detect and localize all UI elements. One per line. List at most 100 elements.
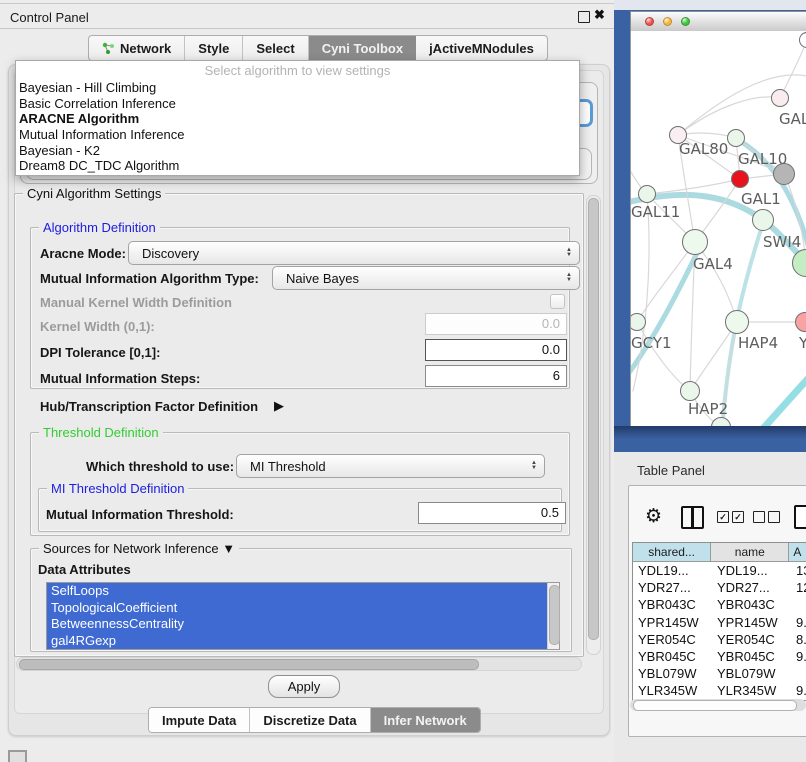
network-node-label: GAL80 xyxy=(679,140,728,158)
tab-label: Style xyxy=(198,41,229,56)
mi-threshold-field[interactable]: 0.5 xyxy=(418,502,566,524)
manual-kernel-checkbox[interactable] xyxy=(550,294,565,309)
tab-style[interactable]: Style xyxy=(185,36,243,60)
unchecked-checkbox-icon[interactable] xyxy=(753,511,765,523)
stepper-arrows-icon: ▲▼ xyxy=(566,273,579,283)
table-row[interactable]: YDR27...YDR27...12 xyxy=(633,579,806,596)
node-table[interactable]: shared... name A YDL19...YDL19...13 YDR2… xyxy=(632,542,806,701)
network-node[interactable] xyxy=(773,163,795,185)
split-columns-icon[interactable] xyxy=(681,506,704,529)
settings-horizontal-scrollbar-thumb[interactable] xyxy=(19,659,479,670)
network-node-label: Y xyxy=(799,334,806,352)
close-traffic-light[interactable] xyxy=(645,17,654,26)
dropdown-item[interactable]: Dream8 DC_TDC Algorithm xyxy=(16,158,579,174)
tab-select[interactable]: Select xyxy=(243,36,308,60)
checked-checkbox-icon[interactable]: ✓ xyxy=(732,511,744,523)
dropdown-item[interactable]: Mutual Information Inference xyxy=(16,127,579,143)
data-attributes-list[interactable]: SelfLoops TopologicalCoefficient Between… xyxy=(46,582,560,650)
network-node-label: GAL4 xyxy=(693,255,733,273)
attribute-item-selected[interactable]: SelfLoops xyxy=(47,583,547,600)
network-node[interactable] xyxy=(771,89,789,107)
checked-checkbox-icon[interactable]: ✓ xyxy=(717,511,729,523)
docked-panel-icon[interactable] xyxy=(8,750,27,762)
network-node-label: HAP4 xyxy=(738,334,778,352)
aracne-mode-combobox[interactable]: Discovery ▲▼ xyxy=(128,241,580,265)
kernel-width-label: Kernel Width (0,1): xyxy=(40,319,155,334)
expand-arrow-icon[interactable]: ▶ xyxy=(274,398,284,414)
column-header-name[interactable]: name xyxy=(711,543,789,561)
stepper-arrows-icon: ▲▼ xyxy=(531,461,544,471)
table-row[interactable]: YLR345WYLR345W9. xyxy=(633,682,806,699)
network-node[interactable] xyxy=(752,209,774,231)
network-window-titlebar[interactable] xyxy=(630,11,806,33)
dropdown-item[interactable]: Bayesian - K2 xyxy=(16,143,579,159)
settings-scrollbar-thumb[interactable] xyxy=(588,198,599,640)
desktop-top-strip xyxy=(614,0,806,10)
table-header-row: shared... name A xyxy=(633,543,806,562)
network-node[interactable] xyxy=(731,170,749,188)
mi-type-label: Mutual Information Algorithm Type: xyxy=(40,271,259,286)
data-attributes-label: Data Attributes xyxy=(38,562,131,577)
network-node[interactable] xyxy=(638,185,656,203)
table-row[interactable]: YER054CYER054C8. xyxy=(633,631,806,648)
window-top-edge xyxy=(0,3,614,4)
attribute-list-scrollbar-thumb[interactable] xyxy=(549,585,560,645)
table-horizontal-scrollbar-thumb[interactable] xyxy=(633,700,797,711)
apply-button[interactable]: Apply xyxy=(268,675,340,698)
column-header-shared-name[interactable]: shared... xyxy=(633,543,711,561)
hub-definition-label: Hub/Transcription Factor Definition xyxy=(40,399,258,414)
tab-discretize-data[interactable]: Discretize Data xyxy=(250,708,370,732)
table-row[interactable]: YDL19...YDL19...13 xyxy=(633,562,806,579)
table-row[interactable]: YBR045CYBR045C9. xyxy=(633,648,806,665)
attribute-item-selected[interactable]: TopologicalCoefficient xyxy=(47,600,547,617)
network-node-label: GAL11 xyxy=(631,203,680,221)
network-window-shadow xyxy=(614,426,806,439)
kernel-width-field[interactable]: 0.0 xyxy=(425,313,567,335)
network-node[interactable] xyxy=(727,129,745,147)
dpi-tolerance-field[interactable]: 0.0 xyxy=(425,339,567,361)
tab-infer-network[interactable]: Infer Network xyxy=(371,708,480,732)
dropdown-item-selected[interactable]: ARACNE Algorithm xyxy=(16,111,579,127)
column-header-a[interactable]: A xyxy=(789,543,806,561)
collapse-arrow-icon[interactable]: ▼ xyxy=(222,541,235,556)
table-row[interactable]: YPR145WYPR145W9. xyxy=(633,614,806,631)
combobox-value: Discovery xyxy=(142,246,199,261)
table-horizontal-scrollbar[interactable] xyxy=(630,699,806,711)
tab-impute-data[interactable]: Impute Data xyxy=(149,708,250,732)
document-icon[interactable] xyxy=(794,505,806,529)
float-window-icon[interactable] xyxy=(578,11,590,23)
combobox-value: Naive Bayes xyxy=(286,271,359,286)
which-threshold-combobox[interactable]: MI Threshold ▲▼ xyxy=(236,454,545,478)
network-node[interactable] xyxy=(682,229,708,255)
tab-cyni-toolbox[interactable]: Cyni Toolbox xyxy=(309,36,416,60)
attribute-list-scrollbar[interactable] xyxy=(547,583,559,649)
settings-horizontal-scrollbar[interactable] xyxy=(16,657,582,671)
network-icon xyxy=(102,42,115,55)
table-row[interactable]: YBL079WYBL079W xyxy=(633,665,806,682)
zoom-traffic-light[interactable] xyxy=(681,17,690,26)
minimize-traffic-light[interactable] xyxy=(663,17,672,26)
mi-steps-field[interactable]: 6 xyxy=(425,365,567,387)
tab-label: Network xyxy=(120,41,171,56)
group-title: Cyni Algorithm Settings xyxy=(23,186,165,201)
mi-type-combobox[interactable]: Naive Bayes ▲▼ xyxy=(272,266,580,290)
close-icon[interactable]: ✖ xyxy=(594,7,605,23)
tab-network[interactable]: Network xyxy=(89,36,185,60)
dropdown-item[interactable]: Basic Correlation Inference xyxy=(16,96,579,112)
attribute-item-selected[interactable]: gal4RGexp xyxy=(47,633,547,650)
network-node[interactable] xyxy=(680,381,700,401)
tab-jactivemnodules[interactable]: jActiveMNodules xyxy=(416,36,547,60)
network-node-label: SWI4 xyxy=(763,233,801,251)
group-title: Threshold Definition xyxy=(39,425,163,440)
network-node[interactable] xyxy=(725,310,749,334)
network-canvas[interactable]: GALGAL80GAL10GAL1GAL11SWI4GAL4GCY1HAP4YH… xyxy=(630,31,806,426)
table-row[interactable]: YBR043CYBR043C xyxy=(633,596,806,613)
dropdown-item[interactable]: Bayesian - Hill Climbing xyxy=(16,80,579,96)
table-panel-title: Table Panel xyxy=(637,463,705,478)
attribute-item-selected[interactable]: BetweennessCentrality xyxy=(47,616,547,633)
unchecked-checkbox-icon[interactable] xyxy=(768,511,780,523)
dpi-tolerance-label: DPI Tolerance [0,1]: xyxy=(40,345,160,360)
group-title: Algorithm Definition xyxy=(39,220,160,235)
gear-icon[interactable]: ⚙ xyxy=(645,505,662,527)
settings-vertical-scrollbar[interactable] xyxy=(586,195,601,655)
